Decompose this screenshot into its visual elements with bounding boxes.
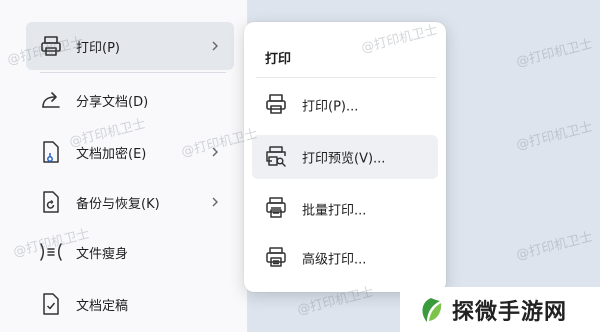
encrypt-document-icon (38, 139, 64, 165)
main-menu: 打印(P) 分享文档(D) 文档加密(E) 备份与恢复(K) 文件瘦身 文档定稿 (0, 0, 248, 332)
menu-item-label: 文件瘦身 (76, 246, 129, 262)
chevron-right-icon (210, 40, 220, 52)
printer-icon (38, 33, 64, 59)
submenu-divider (256, 77, 436, 78)
menu-item-finalize-document[interactable]: 文档定稿 (26, 280, 234, 328)
backup-restore-icon (38, 189, 64, 215)
submenu-title: 打印 (265, 52, 292, 67)
logo-text: 探微手游网 (452, 299, 568, 325)
slim-file-icon (38, 239, 64, 265)
batch-print-icon (264, 196, 290, 222)
menu-item-backup-restore[interactable]: 备份与恢复(K) (26, 178, 234, 226)
watermark-text: @打印机卫士 (514, 229, 595, 264)
menu-item-label: 文档定稿 (76, 298, 129, 314)
submenu-item-batch-print[interactable]: 批量打印... (252, 187, 438, 231)
finalize-document-icon (38, 291, 64, 317)
printer-icon (264, 92, 290, 118)
menu-item-label: 打印(P) (76, 40, 120, 56)
print-submenu: 打印 打印(P)... 打印预览(V)... 批量打印... 高级打印... (244, 22, 446, 292)
submenu-item-label: 批量打印... (302, 203, 367, 219)
share-icon (38, 87, 64, 113)
chevron-right-icon (210, 196, 220, 208)
site-logo: 探微手游网 (400, 287, 600, 332)
advanced-print-icon (264, 245, 290, 271)
menu-item-share-document[interactable]: 分享文档(D) (26, 76, 234, 124)
menu-divider (40, 72, 226, 73)
menu-item-label: 文档加密(E) (76, 146, 147, 162)
submenu-item-label: 打印(P)... (302, 99, 359, 115)
leaf-logo-icon (422, 297, 442, 322)
submenu-item-label: 打印预览(V)... (302, 151, 386, 167)
watermark-text: @打印机卫士 (514, 119, 595, 154)
menu-item-encrypt-document[interactable]: 文档加密(E) (26, 128, 234, 176)
watermark-text: @打印机卫士 (514, 36, 595, 71)
menu-item-print[interactable]: 打印(P) (26, 22, 234, 70)
menu-item-label: 分享文档(D) (76, 94, 149, 110)
print-preview-icon (264, 144, 290, 170)
menu-item-label: 备份与恢复(K) (76, 196, 160, 212)
submenu-item-print-preview[interactable]: 打印预览(V)... (252, 135, 438, 179)
chevron-right-icon (210, 146, 220, 158)
submenu-item-label: 高级打印... (302, 252, 367, 268)
submenu-item-advanced-print[interactable]: 高级打印... (252, 236, 438, 280)
menu-item-slim-file[interactable]: 文件瘦身 (26, 228, 234, 276)
submenu-item-print[interactable]: 打印(P)... (252, 83, 438, 127)
